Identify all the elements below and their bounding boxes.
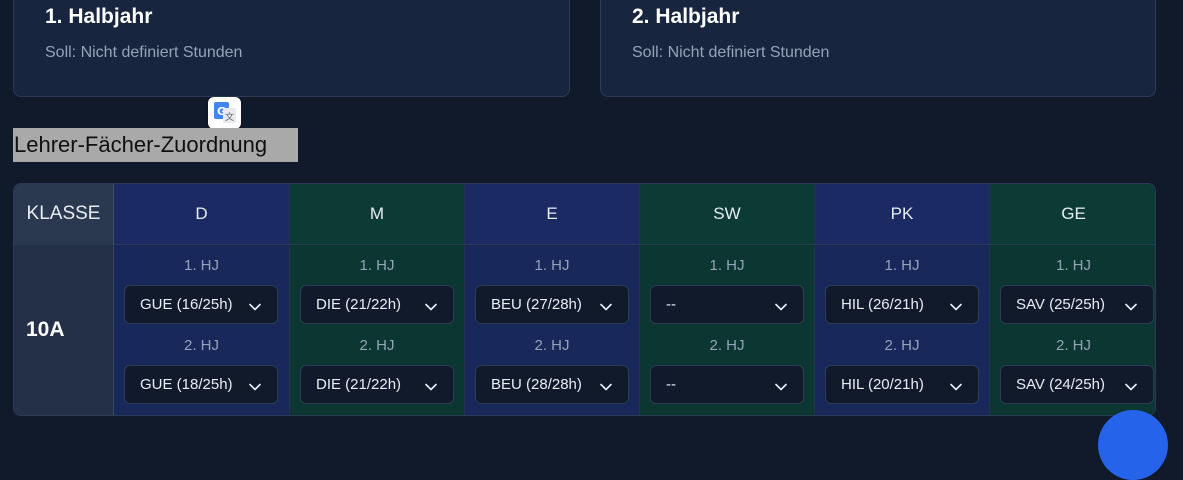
subject-cell-pk: 1. HJ HIL (26/21h) 2. HJ HIL (20/21h) bbox=[814, 245, 989, 415]
hj2-label: 2. HJ bbox=[884, 337, 920, 354]
chevron-down-icon bbox=[775, 379, 787, 391]
subject-header-m: M bbox=[289, 184, 464, 245]
subject-header-sw: SW bbox=[639, 184, 814, 245]
teacher-select-d-hj1[interactable]: GUE (16/25h) bbox=[124, 285, 278, 324]
subject-cell-e: 1. HJ BEU (27/28h) 2. HJ BEU (28/28h) bbox=[464, 245, 639, 415]
subject-cell-ge: 1. HJ SAV (25/25h) 2. HJ SAV (24/25h) bbox=[989, 245, 1155, 415]
teacher-select-sw-hj1[interactable]: -- bbox=[650, 285, 804, 324]
teacher-subject-table: KLASSE 10A D 1. HJ GUE (16/25h) 2. HJ GUE (1… bbox=[13, 183, 1156, 416]
class-label: 10A bbox=[26, 318, 65, 341]
subject-header-d: D bbox=[114, 184, 289, 245]
hj1-label: 1. HJ bbox=[183, 257, 219, 274]
hj2-label: 2. HJ bbox=[183, 337, 219, 354]
teacher-select-m-hj1[interactable]: DIE (21/22h) bbox=[300, 285, 454, 324]
hj1-label: 1. HJ bbox=[709, 257, 745, 274]
chevron-down-icon bbox=[600, 379, 612, 391]
teacher-select-value: -- bbox=[666, 296, 676, 313]
chevron-down-icon bbox=[249, 299, 261, 311]
teacher-select-value: BEU (27/28h) bbox=[491, 296, 582, 313]
halbjahr-2-title: 2. Halbjahr bbox=[632, 5, 740, 28]
teacher-select-value: SAV (25/25h) bbox=[1016, 296, 1105, 313]
class-cell: 10A bbox=[14, 245, 114, 415]
hj1-label: 1. HJ bbox=[359, 257, 395, 274]
hj2-label: 2. HJ bbox=[359, 337, 395, 354]
teacher-select-value: GUE (18/25h) bbox=[140, 376, 233, 393]
chevron-down-icon bbox=[775, 299, 787, 311]
subject-header-e: E bbox=[464, 184, 639, 245]
chevron-down-icon bbox=[425, 379, 437, 391]
chevron-down-icon bbox=[950, 379, 962, 391]
floating-action-button[interactable] bbox=[1098, 410, 1168, 480]
teacher-select-value: HIL (20/21h) bbox=[841, 376, 924, 393]
halbjahr-1-card: 1. Halbjahr Soll: Nicht definiert Stunde… bbox=[13, 0, 570, 97]
teacher-select-value: BEU (28/28h) bbox=[491, 376, 582, 393]
teacher-select-pk-hj2[interactable]: HIL (20/21h) bbox=[825, 365, 979, 404]
subject-cell-sw: 1. HJ -- 2. HJ -- bbox=[639, 245, 814, 415]
chevron-down-icon bbox=[1125, 379, 1137, 391]
chevron-down-icon bbox=[600, 299, 612, 311]
chevron-down-icon bbox=[425, 299, 437, 311]
class-column-header: KLASSE bbox=[14, 184, 114, 245]
chevron-down-icon bbox=[249, 379, 261, 391]
teacher-select-d-hj2[interactable]: GUE (18/25h) bbox=[124, 365, 278, 404]
teacher-select-sw-hj2[interactable]: -- bbox=[650, 365, 804, 404]
teacher-select-value: GUE (16/25h) bbox=[140, 296, 233, 313]
teacher-select-e-hj2[interactable]: BEU (28/28h) bbox=[475, 365, 629, 404]
halbjahr-2-card: 2. Halbjahr Soll: Nicht definiert Stunde… bbox=[600, 0, 1156, 97]
chevron-down-icon bbox=[1125, 299, 1137, 311]
teacher-select-value: DIE (21/22h) bbox=[316, 376, 402, 393]
teacher-select-value: DIE (21/22h) bbox=[316, 296, 402, 313]
hj1-label: 1. HJ bbox=[1055, 257, 1091, 274]
teacher-select-value: HIL (26/21h) bbox=[841, 296, 924, 313]
subject-header-pk: PK bbox=[814, 184, 989, 245]
teacher-select-ge-hj1[interactable]: SAV (25/25h) bbox=[1000, 285, 1154, 324]
section-title: Lehrer-Fächer-Zuordnung bbox=[13, 128, 298, 162]
hj1-label: 1. HJ bbox=[534, 257, 570, 274]
hj2-label: 2. HJ bbox=[709, 337, 745, 354]
subject-header-ge: GE bbox=[989, 184, 1155, 245]
hj1-label: 1. HJ bbox=[884, 257, 920, 274]
halbjahr-2-target-hours: Soll: Nicht definiert Stunden bbox=[632, 44, 830, 61]
subject-cell-m: 1. HJ DIE (21/22h) 2. HJ DIE (21/22h) bbox=[289, 245, 464, 415]
teacher-select-ge-hj2[interactable]: SAV (24/25h) bbox=[1000, 365, 1154, 404]
halbjahr-1-title: 1. Halbjahr bbox=[45, 5, 153, 28]
chevron-down-icon bbox=[950, 299, 962, 311]
subject-cell-d: 1. HJ GUE (16/25h) 2. HJ GUE (18/25h) bbox=[114, 245, 289, 415]
teacher-select-pk-hj1[interactable]: HIL (26/21h) bbox=[825, 285, 979, 324]
hj2-label: 2. HJ bbox=[1055, 337, 1091, 354]
teacher-select-m-hj2[interactable]: DIE (21/22h) bbox=[300, 365, 454, 404]
google-translate-icon[interactable]: G 文 bbox=[208, 97, 241, 129]
teacher-select-value: SAV (24/25h) bbox=[1016, 376, 1105, 393]
hj2-label: 2. HJ bbox=[534, 337, 570, 354]
halbjahr-1-target-hours: Soll: Nicht definiert Stunden bbox=[45, 44, 243, 61]
teacher-select-value: -- bbox=[666, 376, 676, 393]
teacher-select-e-hj1[interactable]: BEU (27/28h) bbox=[475, 285, 629, 324]
svg-text:文: 文 bbox=[225, 111, 234, 123]
